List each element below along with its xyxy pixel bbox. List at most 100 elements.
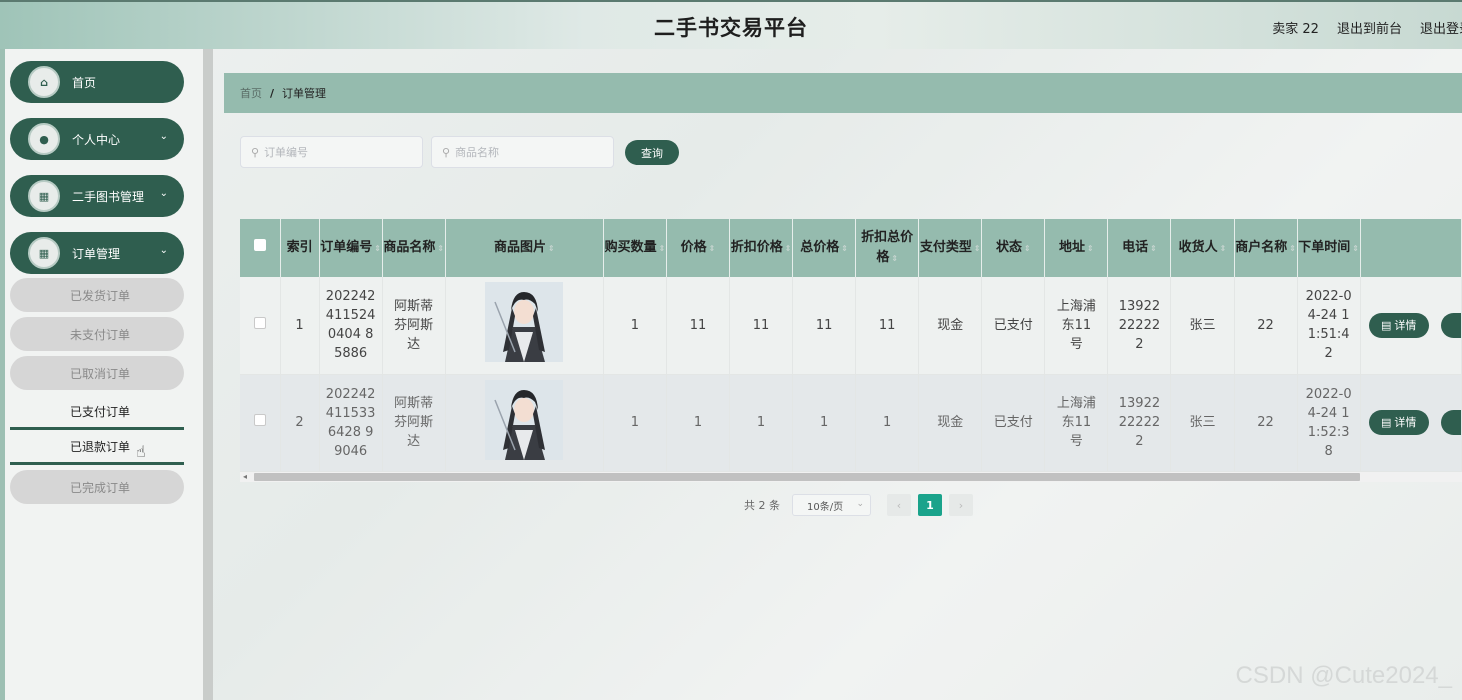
hand-cursor-icon: ☝ xyxy=(136,442,146,461)
sort-icon[interactable]: ⇕ xyxy=(841,239,848,259)
more-action-button[interactable] xyxy=(1440,312,1461,338)
row-checkbox[interactable] xyxy=(253,316,266,329)
chevron-down-icon: ⌄ xyxy=(856,499,864,509)
submenu-shipped[interactable]: 已发货订单 xyxy=(10,278,184,312)
sidebar-item-profile[interactable]: ● 个人中心 ⌄ xyxy=(10,118,184,160)
table-row: 2 2022424115336428 99046 阿斯蒂芬阿斯达 1 1 1 1… xyxy=(240,374,1462,472)
chevron-down-icon: ⌄ xyxy=(159,131,168,142)
col-header[interactable]: 下单时间 ⇕ xyxy=(1297,219,1361,277)
sort-icon[interactable]: ⇕ xyxy=(1024,239,1031,259)
cell-qty: 1 xyxy=(603,374,667,472)
breadcrumb-home[interactable]: 首页 xyxy=(240,85,262,101)
col-header[interactable]: 收货人 ⇕ xyxy=(1170,219,1235,277)
orders-table: 索引 订单编号 ⇕ 商品名称 ⇕ 商品图片 ⇕ 购买数量 ⇕ 价格 ⇕ 折扣价格 ⇕ 总价格… xyxy=(240,219,1462,472)
sidebar-item-label: 订单管理 xyxy=(72,246,121,261)
submenu-unpaid[interactable]: 未支付订单 xyxy=(10,317,184,351)
cell-image xyxy=(445,277,604,375)
page-number-button[interactable]: 1 xyxy=(918,494,942,516)
prev-page-button[interactable]: ‹ xyxy=(887,494,911,516)
cell-index: 1 xyxy=(280,277,320,375)
col-header[interactable]: 状态 ⇕ xyxy=(981,219,1046,277)
user-icon: ● xyxy=(28,123,60,155)
submenu-refunded[interactable]: 已退款订单 xyxy=(10,431,184,465)
sort-icon[interactable]: ⇕ xyxy=(437,239,444,259)
col-header[interactable]: 价格 ⇕ xyxy=(666,219,731,277)
col-header[interactable]: 购买数量 ⇕ xyxy=(603,219,667,277)
submenu-paid[interactable]: 已支付订单 xyxy=(10,396,184,430)
cell-disc-price: 11 xyxy=(729,277,794,375)
col-header-label: 商品名称 xyxy=(383,239,436,255)
cell-pay-type: 现金 xyxy=(918,277,983,375)
col-header[interactable]: 折扣总价格 ⇕ xyxy=(855,219,920,277)
sort-icon[interactable]: ⇕ xyxy=(709,239,716,259)
horizontal-scrollbar[interactable]: ◂ xyxy=(240,472,1462,482)
submenu-cancelled[interactable]: 已取消订单 xyxy=(10,356,184,390)
breadcrumb: 首页 / 订单管理 xyxy=(224,73,1462,113)
col-header[interactable]: 地址 ⇕ xyxy=(1044,219,1109,277)
next-page-button[interactable]: › xyxy=(949,494,973,516)
sort-icon[interactable]: ⇕ xyxy=(974,239,981,259)
col-header[interactable]: 电话 ⇕ xyxy=(1107,219,1172,277)
row-select-cell[interactable] xyxy=(240,277,281,375)
logout-link[interactable]: 退出登录 xyxy=(1420,18,1462,37)
page-size-select[interactable]: 10条/页 ⌄ xyxy=(792,494,871,516)
detail-button[interactable]: ▤ 详情 xyxy=(1368,312,1429,338)
scroll-left-icon[interactable]: ◂ xyxy=(243,472,247,481)
cell-pay-type: 现金 xyxy=(918,374,983,472)
col-header-label: 状态 xyxy=(995,239,1022,255)
row-checkbox[interactable] xyxy=(253,414,266,426)
sort-icon[interactable]: ⇕ xyxy=(1220,239,1227,259)
sort-icon[interactable]: ⇕ xyxy=(785,239,792,259)
sort-icon[interactable]: ⇕ xyxy=(374,239,381,259)
submenu-completed[interactable]: 已完成订单 xyxy=(10,470,184,504)
chevron-down-icon: ⌄ xyxy=(159,245,168,256)
select-all-checkbox[interactable] xyxy=(253,239,266,251)
sort-icon[interactable]: ⇕ xyxy=(1150,239,1157,259)
col-header[interactable]: 商品名称 ⇕ xyxy=(382,219,446,277)
sort-icon[interactable]: ⇕ xyxy=(1289,239,1296,259)
cell-phone: 13922222222 xyxy=(1107,277,1172,375)
col-header[interactable]: 商户名称 ⇕ xyxy=(1234,219,1298,277)
sidebar-item-home[interactable]: ⌂ 首页 xyxy=(10,61,184,103)
sidebar-item-label: 二手图书管理 xyxy=(72,189,145,204)
app-title: 二手书交易平台 xyxy=(654,16,808,40)
cell-merchant: 22 xyxy=(1234,374,1298,472)
cell-phone: 13922222222 xyxy=(1107,374,1172,472)
product-name-search-input[interactable]: ⚲ 商品名称 xyxy=(431,136,614,168)
select-all-header[interactable] xyxy=(240,219,281,277)
to-front-link[interactable]: 退出到前台 xyxy=(1337,18,1402,37)
col-header[interactable]: 订单编号 ⇕ xyxy=(319,219,383,277)
row-select-cell[interactable] xyxy=(240,374,281,472)
sort-icon[interactable]: ⇕ xyxy=(659,239,666,259)
order-no-placeholder: 订单编号 xyxy=(264,146,309,159)
col-header-label: 支付类型 xyxy=(919,239,972,255)
scrollbar-thumb[interactable] xyxy=(254,473,1360,481)
table-header-row: 索引 订单编号 ⇕ 商品名称 ⇕ 商品图片 ⇕ 购买数量 ⇕ 价格 ⇕ 折扣价格 ⇕ 总价格… xyxy=(240,219,1462,277)
sort-icon[interactable]: ⇕ xyxy=(1352,239,1359,259)
sort-icon[interactable]: ⇕ xyxy=(891,249,898,269)
more-action-button[interactable] xyxy=(1440,410,1461,435)
table-row: 1 2022424115240404 85886 阿斯蒂芬阿斯达 1 11 11… xyxy=(240,277,1462,375)
cell-order-no: 2022424115336428 99046 xyxy=(319,374,383,472)
sidebar-item-books[interactable]: ▦ 二手图书管理 ⌄ xyxy=(10,175,184,217)
col-header-label: 总价格 xyxy=(800,239,840,255)
document-icon: ▤ xyxy=(1380,318,1392,332)
home-icon: ⌂ xyxy=(28,66,60,98)
sidebar-item-orders[interactable]: ▦ 订单管理 ⌄ xyxy=(10,232,184,274)
query-button[interactable]: 查询 xyxy=(625,140,679,165)
col-header[interactable]: 支付类型 ⇕ xyxy=(918,219,983,277)
col-header[interactable]: 总价格 ⇕ xyxy=(792,219,857,277)
sort-icon[interactable]: ⇕ xyxy=(1087,239,1094,259)
order-no-search-input[interactable]: ⚲ 订单编号 xyxy=(240,136,423,168)
detail-button[interactable]: ▤ 详情 xyxy=(1368,410,1429,435)
watermark: CSDN @Cute2024_ xyxy=(1235,662,1452,689)
col-header-label: 商品图片 xyxy=(493,239,546,255)
sort-icon[interactable]: ⇕ xyxy=(548,239,555,259)
col-header-label: 折扣总价格 xyxy=(861,229,914,265)
product-image[interactable] xyxy=(485,379,564,460)
col-header[interactable]: 商品图片 ⇕ xyxy=(445,219,604,277)
col-header-label: 购买数量 xyxy=(604,239,657,255)
col-header[interactable]: 折扣价格 ⇕ xyxy=(729,219,794,277)
cell-price: 11 xyxy=(666,277,731,375)
product-image[interactable] xyxy=(485,282,564,363)
